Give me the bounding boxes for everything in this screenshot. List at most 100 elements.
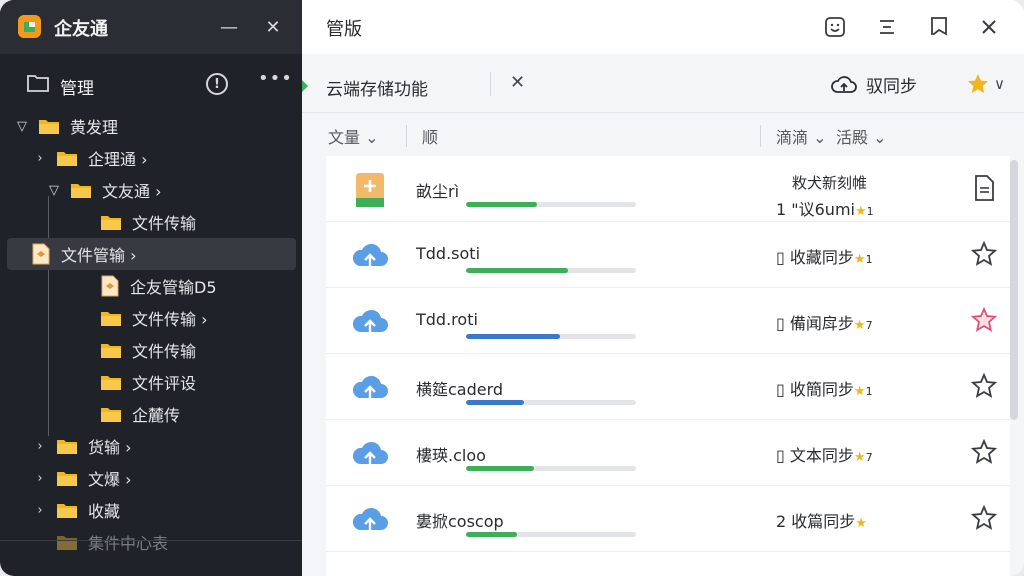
folder-icon [57,151,77,166]
tree-item[interactable]: 集件中心表 [32,526,322,558]
tree-item[interactable]: ▽ 文友通 › [46,174,336,206]
app-name: 企友通 [54,19,108,40]
favorites-dropdown[interactable]: ∨ [966,72,1005,96]
cloud-sync-icon [831,75,857,93]
tree-item-label: 收藏 [88,502,121,521]
progress-bar [466,400,636,405]
file-list: 畝尘rì 敉犬新刻帷 1 "议6umi★1 Tdd.soti ▯ 收藏同步★1 Tdd.r… [326,156,1010,576]
tree-toggle-icon[interactable]: ▽ [46,183,62,198]
app-window: 企友通 — ✕ 管理 ! ••• ▽ 黄发理 › 企理通 › ▽ 文友通 › 文件传输文件管… [0,0,1024,576]
star-outline-icon[interactable] [970,438,998,466]
file-icon [101,275,119,297]
file-name: 畝尘rì [416,182,460,201]
folder-icon [101,343,121,358]
file-name: 横筵caderd [416,380,504,399]
progress-fill [466,400,524,405]
star-outline-icon[interactable] [970,504,998,532]
tree-item-label: 文件评设 [132,374,197,393]
info-icon[interactable]: ! [206,73,228,95]
tree-item-label: 企友管输D5 [130,278,217,297]
list-item[interactable]: 畝尘rì 敉犬新刻帷 1 "议6umi★1 [326,156,1010,222]
progress-fill [466,202,538,207]
emoji-icon[interactable] [822,14,848,40]
rating-count: 7 [865,451,873,464]
column-header-type[interactable]: 顺 [422,124,438,148]
close-sidebar-button[interactable]: ✕ [258,12,288,42]
tab-close-icon[interactable]: ✕ [510,72,525,93]
tab-cloud-storage[interactable]: 云端存储功能 [326,75,428,100]
file-icon [32,243,50,265]
sync-status-text: ▯ 收藏同步 [776,248,854,267]
sidebar-header: 管理 ! ••• [0,62,302,108]
rating-count: 7 [865,319,873,332]
tab-separator [490,72,491,96]
tree-item[interactable]: 文件管输 › [7,238,296,270]
progress-fill [466,334,560,339]
sidebar-titlebar: 企友通 — ✕ [0,0,302,54]
tree-item[interactable]: ▽ 黄发理 [14,110,304,142]
rating-star-icon: ★ [855,516,867,531]
folder-icon [57,535,77,550]
close-window-icon[interactable] [976,14,1002,40]
tree-item-label: 文件传输 [132,214,197,233]
tree-toggle-icon[interactable]: › [32,471,48,486]
document-icon[interactable] [970,174,998,202]
tree-toggle-icon[interactable]: › [32,439,48,454]
star-outline-icon[interactable] [970,372,998,400]
sync-label: 驭同步 [866,77,917,97]
scrollbar[interactable] [1010,160,1018,420]
column-header-sort[interactable]: 滴滴 ⌄ [776,124,827,148]
folder-icon [39,119,59,134]
sync-status: 2 收篇同步★ [776,508,867,532]
tree-toggle-icon[interactable]: › [32,503,48,518]
column-header-name[interactable]: 文量 ⌄ [328,124,379,148]
sync-status-text: ▯ 備闻戽步 [776,314,854,333]
app-logo-icon [18,15,41,38]
tree-item[interactable]: › 文爆 › [32,462,322,494]
list-item[interactable]: Tdd.soti ▯ 收藏同步★1 [326,222,1010,288]
progress-bar [466,466,636,471]
tree-item[interactable]: › 收藏 [32,494,322,526]
tree-item[interactable]: › 企理通 › [32,142,322,174]
minimize-button[interactable]: — [214,12,244,42]
tree-toggle-icon[interactable]: › [32,151,48,166]
folder-outline-icon [27,75,49,92]
tree-item-label: 文友通 › [102,182,162,201]
star-pink-icon[interactable] [970,306,998,334]
tree-item-label: 文件管输 › [61,246,137,265]
column-header-filter[interactable]: 活殿 ⌄ [836,124,887,148]
bookmark-icon[interactable] [926,14,952,40]
rating-count: 1 [866,205,874,218]
list-item[interactable]: 婁掀coscop 2 收篇同步★ [326,486,1010,552]
main-titlebar: 管版 [302,0,1024,54]
star-outline-icon[interactable] [970,240,998,268]
minimize-icon: — [220,16,238,38]
rating-star-icon: ★ [854,204,867,219]
folder-icon [57,471,77,486]
list-item[interactable]: Tdd.roti ▯ 備闻戽步★7 [326,288,1010,354]
list-item[interactable]: 樓瑛.cloo ▯ 文本同步★7 [326,420,1010,486]
tab-active-indicator [302,80,308,92]
column-separator [406,125,407,147]
tree-item-label: 企理通 › [88,150,148,169]
progress-fill [466,268,568,273]
tree-toggle-icon[interactable]: ▽ [14,119,30,134]
cloud-upload-icon [352,375,388,400]
star-filled-icon [968,74,988,93]
sync-button[interactable]: 驭同步 [830,72,917,97]
tree-item-label: 集件中心表 [88,534,169,553]
tree-item-label: 货输 › [88,438,132,457]
progress-bar [466,202,636,207]
menu-lines-icon[interactable] [874,14,900,40]
sync-status: ▯ 收簡同步★1 [776,376,873,400]
sync-status-text: 1 "议6umi [776,200,855,219]
more-options-icon[interactable]: ••• [258,68,293,89]
list-item[interactable]: 横筵caderd ▯ 收簡同步★1 [326,354,1010,420]
rating-star-icon: ★ [853,384,866,399]
main-panel: 管版 云端存储功能 ✕ 驭同步 ∨ 文量 ⌄ 顺 滴滴 ⌄ 活殿 ⌄ 畝尘rì … [302,0,1024,576]
tree-item[interactable]: › 货输 › [32,430,322,462]
rating-count: 1 [865,385,873,398]
tree-item-label: 企麓传 [132,406,181,425]
cloud-upload-icon [352,243,388,268]
sidebar-title: 管理 [60,79,94,99]
